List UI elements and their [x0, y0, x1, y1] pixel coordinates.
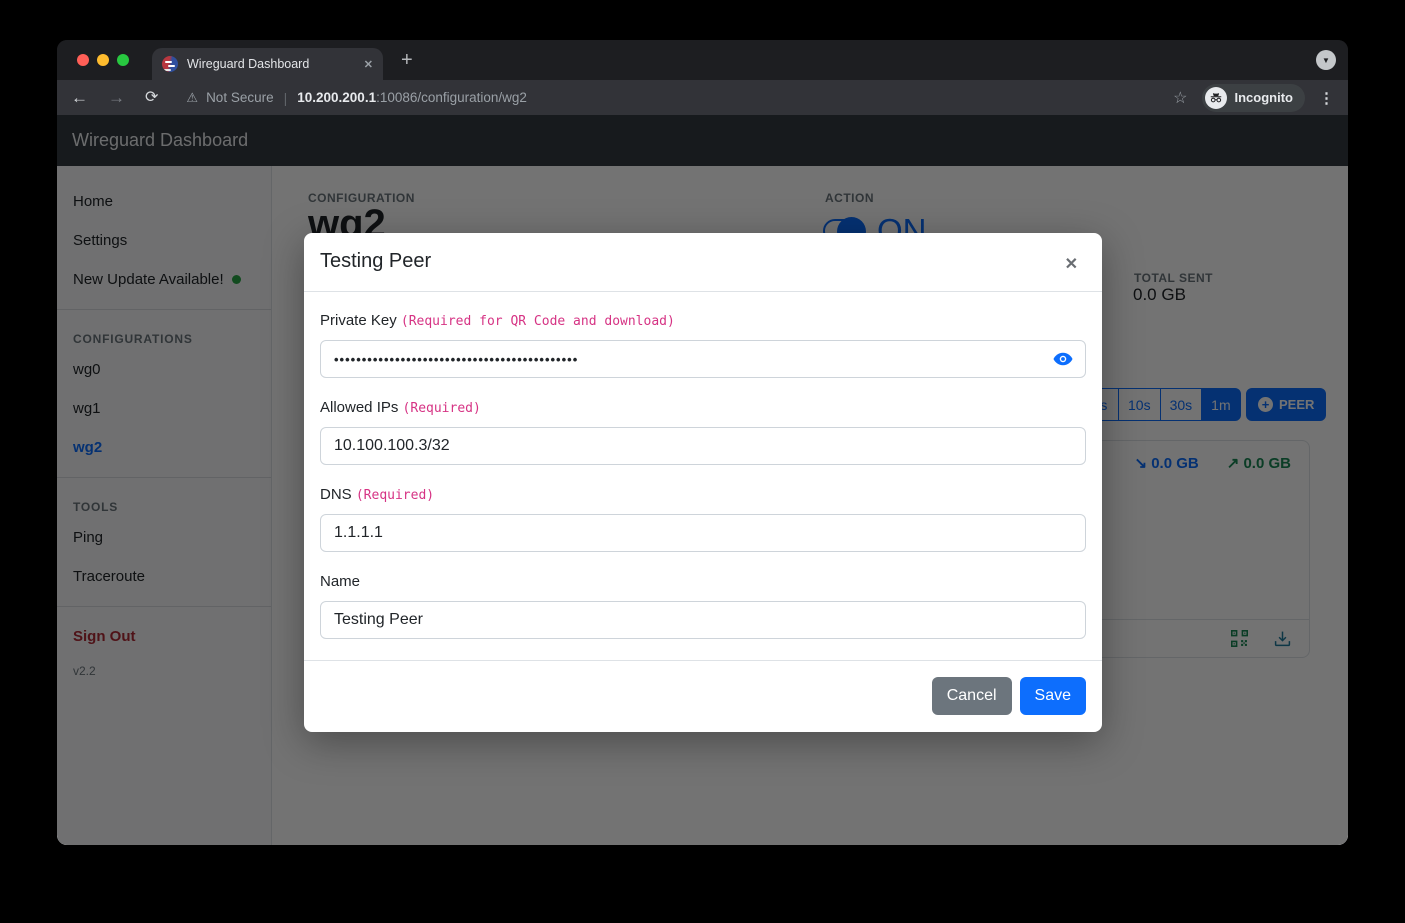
incognito-badge: Incognito	[1202, 84, 1306, 112]
modal-title: Testing Peer	[320, 250, 431, 273]
url-host: 10.200.200.1	[297, 90, 376, 105]
cancel-button[interactable]: Cancel	[932, 677, 1012, 715]
private-key-required-note: (Required for QR Code and download)	[401, 314, 675, 329]
dns-required-note: (Required)	[356, 488, 434, 503]
private-key-input[interactable]	[320, 340, 1086, 378]
private-key-wrap	[320, 340, 1086, 378]
modal-body: Private Key (Required for QR Code and do…	[304, 292, 1102, 639]
toolbar-right: ☆ Incognito ⋮	[1173, 84, 1334, 112]
incognito-label: Incognito	[1235, 90, 1294, 105]
window-close-button[interactable]	[77, 54, 89, 66]
field-label-text: Name	[320, 573, 360, 590]
browser-window: Wireguard Dashboard ✕ + ▼ ← → ⟳ ⚠ Not Se…	[57, 40, 1348, 845]
not-secure-label[interactable]: Not Secure	[206, 90, 274, 105]
modal-footer: Cancel Save	[304, 660, 1102, 732]
screen: Wireguard Dashboard ✕ + ▼ ← → ⟳ ⚠ Not Se…	[0, 0, 1405, 923]
toggle-key-visibility-button[interactable]	[1053, 349, 1073, 369]
private-key-group: Private Key (Required for QR Code and do…	[320, 312, 1086, 378]
forward-button[interactable]: →	[108, 89, 125, 106]
name-label: Name	[320, 573, 1086, 590]
dns-label: DNS (Required)	[320, 486, 1086, 503]
chevron-down-icon: ▼	[1322, 56, 1330, 65]
incognito-icon	[1205, 87, 1227, 109]
address-bar[interactable]: ⚠ Not Secure | 10.200.200.1 :10086/confi…	[186, 90, 1173, 106]
profile-chevron-button[interactable]: ▼	[1316, 50, 1336, 70]
modal-close-icon[interactable]: ✕	[1065, 254, 1078, 274]
new-tab-button[interactable]: +	[401, 48, 413, 72]
allowed-ips-label: Allowed IPs (Required)	[320, 399, 1086, 416]
page-viewport: Wireguard Dashboard Home Settings New Up…	[57, 115, 1348, 845]
allowed-ips-group: Allowed IPs (Required)	[320, 399, 1086, 465]
url-separator: |	[284, 90, 288, 106]
dns-input[interactable]	[320, 514, 1086, 552]
dns-group: DNS (Required)	[320, 486, 1086, 552]
tab-title: Wireguard Dashboard	[187, 57, 355, 71]
modal-header: Testing Peer ✕	[304, 233, 1102, 292]
browser-menu-button[interactable]: ⋮	[1319, 89, 1334, 107]
save-button[interactable]: Save	[1020, 677, 1086, 715]
peer-settings-modal: Testing Peer ✕ Private Key (Required for…	[304, 233, 1102, 732]
reload-button[interactable]: ⟳	[145, 90, 158, 106]
url-path: :10086/configuration/wg2	[376, 90, 527, 105]
back-button[interactable]: ←	[71, 89, 88, 106]
allowed-ips-input[interactable]	[320, 427, 1086, 465]
name-input[interactable]	[320, 601, 1086, 639]
window-zoom-button[interactable]	[117, 54, 129, 66]
tab-close-icon[interactable]: ✕	[364, 58, 373, 71]
browser-tab[interactable]: Wireguard Dashboard ✕	[152, 48, 383, 80]
browser-toolbar: ← → ⟳ ⚠ Not Secure | 10.200.200.1 :10086…	[57, 80, 1348, 115]
traffic-lights	[77, 54, 129, 66]
eye-icon	[1053, 349, 1073, 369]
name-group: Name	[320, 573, 1086, 639]
not-secure-warning-icon: ⚠	[186, 90, 198, 106]
bookmark-star-icon[interactable]: ☆	[1173, 88, 1187, 108]
field-label-text: DNS	[320, 486, 352, 503]
window-minimize-button[interactable]	[97, 54, 109, 66]
field-label-text: Private Key	[320, 312, 397, 329]
private-key-label: Private Key (Required for QR Code and do…	[320, 312, 1086, 329]
allowed-ips-required-note: (Required)	[403, 401, 481, 416]
wireguard-favicon-icon	[162, 56, 178, 72]
field-label-text: Allowed IPs	[320, 399, 398, 416]
tab-strip: Wireguard Dashboard ✕ + ▼	[57, 40, 1348, 80]
